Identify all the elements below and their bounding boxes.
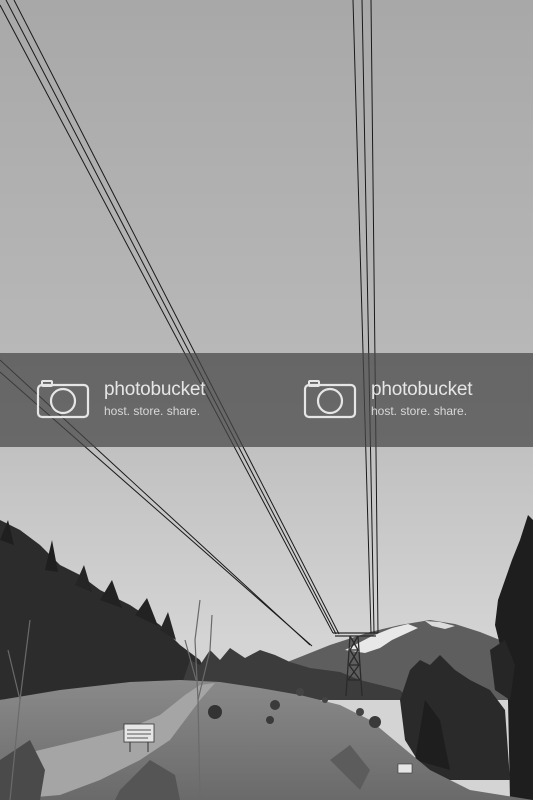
watermark-brand: photobucket	[371, 379, 473, 400]
camera-icon	[303, 380, 357, 419]
watermark-tagline: host. store. share.	[371, 404, 468, 418]
watermark-brand: photobucket	[104, 379, 206, 400]
camera-icon	[36, 380, 90, 419]
watermark-tagline: host. store. share.	[104, 404, 201, 418]
small-sign	[397, 763, 413, 774]
watermark-band: photobucket host. store. share. photobuc…	[0, 353, 533, 447]
